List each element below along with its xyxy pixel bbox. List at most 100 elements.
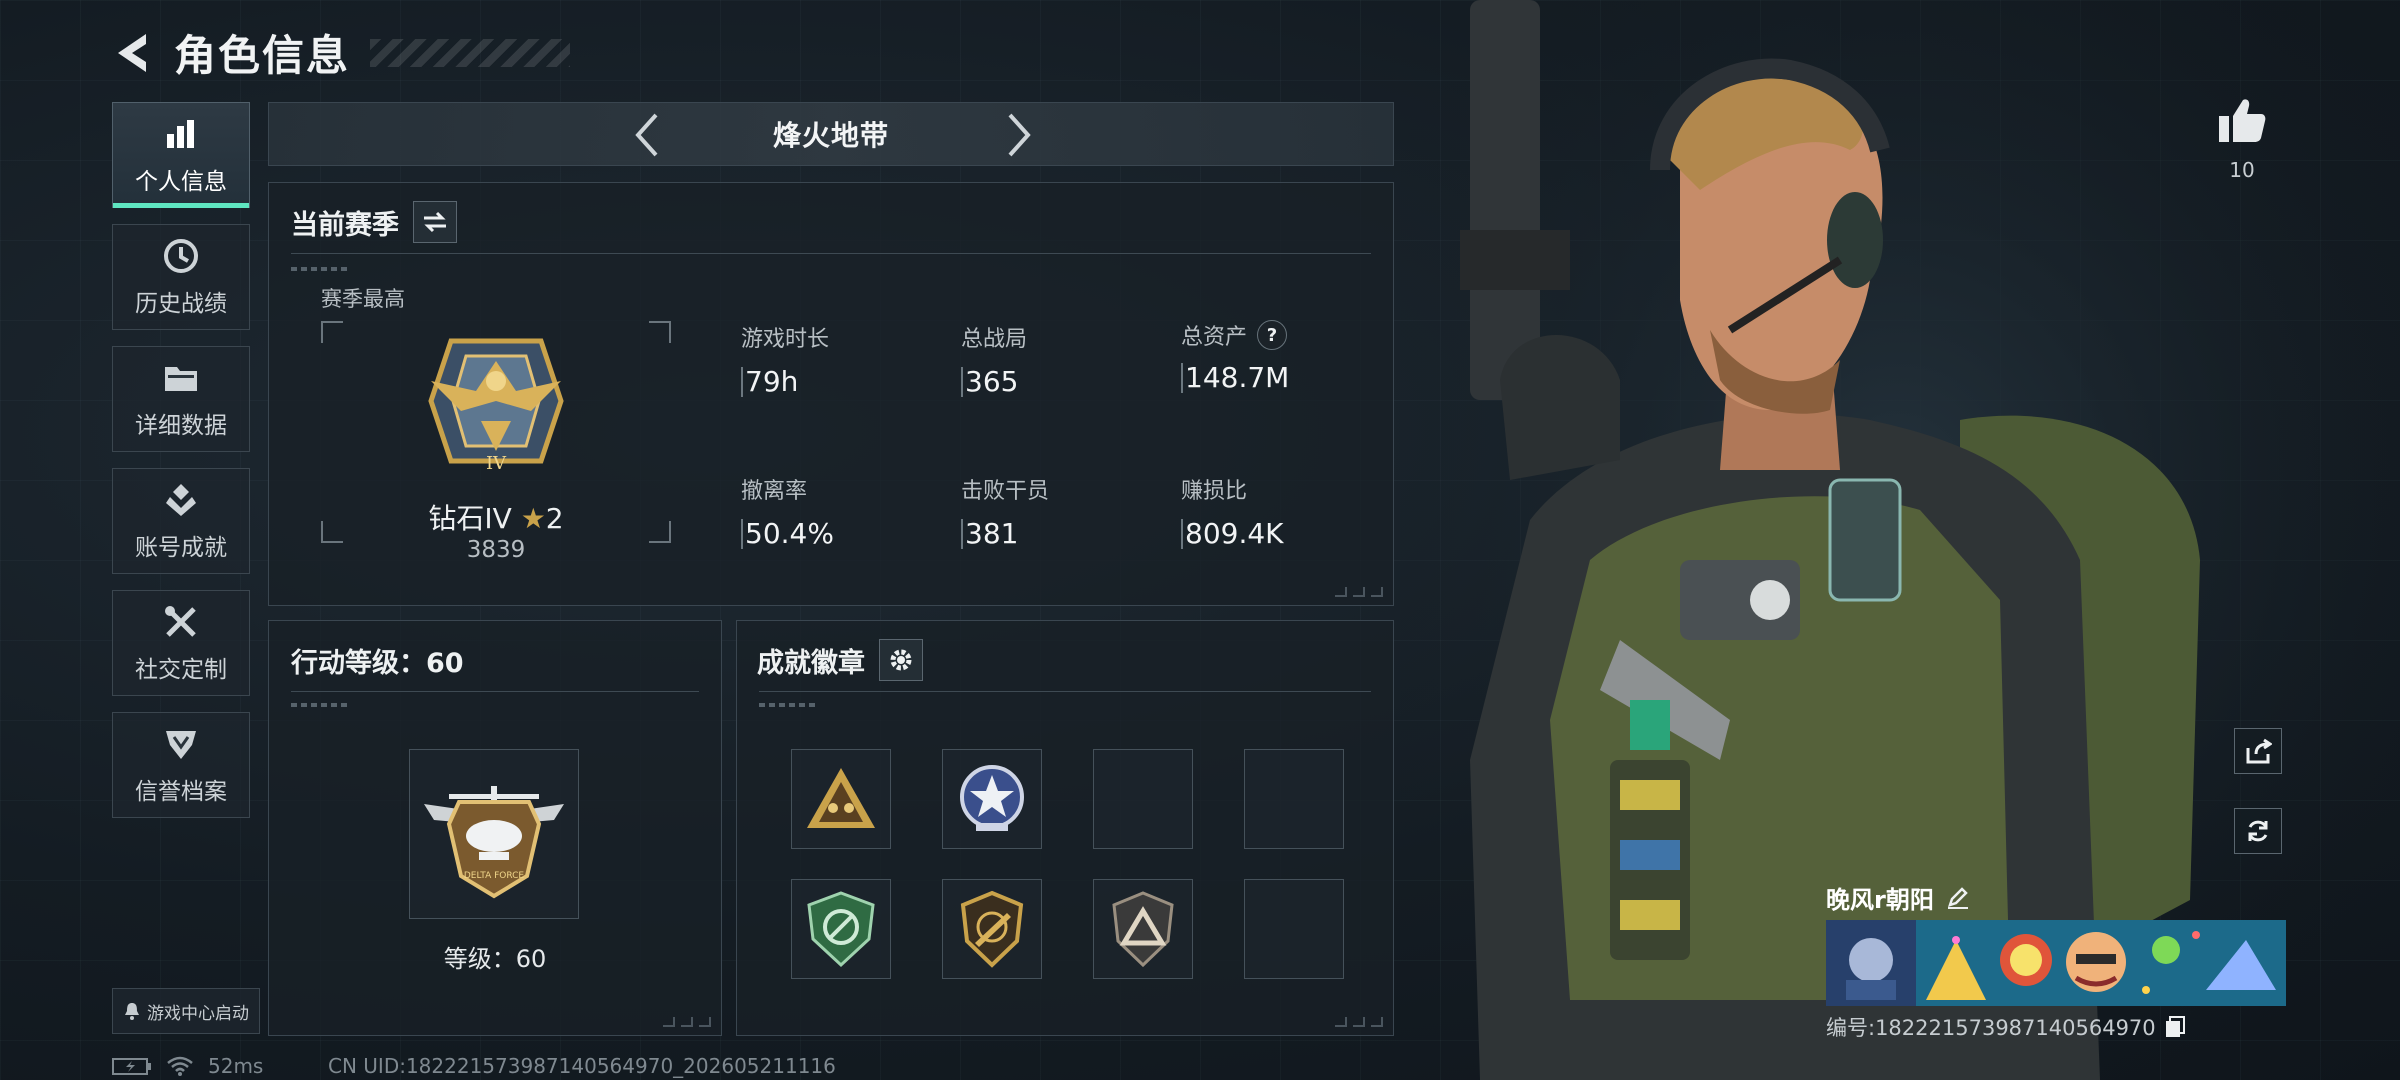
- ping-value: 52ms: [208, 1054, 264, 1078]
- player-name-row: 晚风r朝阳: [1826, 878, 2286, 916]
- stat-value: 50.4%: [741, 519, 834, 549]
- level-header: 行动等级：60: [291, 641, 464, 680]
- share-button[interactable]: [2234, 728, 2282, 774]
- game-center-launch-button[interactable]: 游戏中心启动: [112, 988, 260, 1034]
- level-caption: 等级：60: [443, 945, 547, 973]
- season-switch-button[interactable]: [413, 201, 457, 243]
- gear-icon: [890, 649, 912, 671]
- corner-decoration: [1335, 1017, 1383, 1027]
- stat-label: 总资产: [1181, 325, 1248, 350]
- stat-label: 击败干员: [961, 479, 1050, 504]
- like-count: 10: [2229, 158, 2255, 182]
- bell-icon: [125, 1003, 139, 1020]
- divider: [291, 253, 1371, 254]
- title-decoration: [370, 38, 571, 67]
- badge-slot-1[interactable]: [791, 749, 891, 849]
- badge-slot-2[interactable]: [942, 749, 1042, 849]
- rifle-shield-badge-icon: [960, 890, 1024, 968]
- stat-value: 365: [961, 367, 1027, 397]
- chevron-left-icon: [635, 113, 658, 157]
- badge-settings-button[interactable]: [879, 639, 923, 681]
- divider: [759, 691, 1371, 692]
- badges-panel: 成就徽章: [736, 620, 1394, 1036]
- stat-value: 148.7M: [1181, 363, 1289, 393]
- badge-slot-3[interactable]: [1093, 749, 1193, 849]
- rank-frame: IV 钻石IV ★2 3839: [321, 321, 671, 563]
- mode-next-button[interactable]: [995, 111, 1043, 159]
- sidebar-item-history[interactable]: 历史战绩: [112, 224, 250, 330]
- stat-label: 撤离率: [741, 479, 808, 504]
- badges-title: 成就徽章: [757, 647, 865, 679]
- season-best-label: 赛季最高: [321, 287, 405, 311]
- sidebar-item-credit[interactable]: 信誉档案: [112, 712, 250, 818]
- back-button[interactable]: [110, 27, 154, 79]
- stat-value: 381: [961, 519, 1049, 549]
- svg-text:DELTA FORCE: DELTA FORCE: [464, 871, 525, 881]
- rank-name: 钻石IV: [428, 502, 512, 535]
- badges-header: 成就徽章: [757, 639, 923, 681]
- sidebar-item-label: 信誉档案: [135, 779, 227, 805]
- divider-decoration: [291, 703, 351, 707]
- sidebar-item-detailed-data[interactable]: 详细数据: [112, 346, 250, 452]
- stat-label-row: 总资产 ?: [1181, 319, 1289, 351]
- badge-slot-8[interactable]: [1244, 879, 1344, 979]
- stat-profit-loss-ratio: 赚损比 809.4K: [1181, 473, 1284, 549]
- sidebar-item-label: 个人信息: [135, 169, 227, 195]
- help-icon[interactable]: ?: [1257, 320, 1288, 350]
- corner-decoration: [1335, 587, 1383, 597]
- launch-label: 游戏中心启动: [147, 1003, 249, 1024]
- name-card-art-image: [1826, 920, 2286, 1006]
- mode-selector: 烽火地带: [268, 102, 1394, 166]
- like-button[interactable]: 10: [2210, 96, 2274, 182]
- back-arrow-icon: [118, 33, 146, 72]
- chevron-right-icon: [1008, 113, 1031, 157]
- page-title: 角色信息: [174, 31, 351, 80]
- swap-icon: [424, 211, 446, 233]
- sidebar-item-achievements[interactable]: 账号成就: [112, 468, 250, 574]
- mode-prev-button[interactable]: [623, 111, 671, 159]
- corner-decoration: [663, 1017, 711, 1027]
- page-header: 角色信息: [110, 22, 571, 83]
- divider-decoration: [759, 703, 819, 707]
- status-bar: 52ms: [112, 1054, 263, 1078]
- thumbs-up-icon: [2219, 99, 2266, 142]
- stat-play-time: 游戏时长 79h: [741, 321, 829, 397]
- triangle-squad-badge-icon: [807, 768, 875, 828]
- badge-slot-4[interactable]: [1244, 749, 1344, 849]
- player-banner[interactable]: [1826, 920, 2286, 1006]
- battery-charging-icon: [112, 1058, 151, 1075]
- copy-icon[interactable]: [2164, 1015, 2186, 1039]
- rank-score: 3839: [466, 537, 526, 563]
- level-emblem-frame[interactable]: DELTA FORCE: [409, 749, 579, 919]
- season-title: 当前赛季: [291, 209, 399, 241]
- diamond-rank-emblem-icon: IV: [428, 338, 564, 474]
- tools-icon: [161, 602, 201, 642]
- player-id: 编号:182221573987140564970: [1826, 1016, 2156, 1040]
- stat-total-assets: 总资产 ? 148.7M: [1181, 319, 1289, 393]
- folder-icon: [161, 358, 201, 398]
- bar-chart-icon: [161, 114, 201, 154]
- badge-slot-7[interactable]: [1093, 879, 1193, 979]
- star-medal-badge-icon: [960, 765, 1024, 831]
- uid-text: CN UID:182221573987140564970_20260521111…: [328, 1054, 836, 1078]
- refresh-button[interactable]: [2234, 808, 2282, 854]
- sidebar-item-label: 账号成就: [135, 535, 227, 561]
- svg-text:IV: IV: [486, 453, 507, 474]
- stat-label: 赚损比: [1181, 479, 1248, 504]
- season-panel: 当前赛季 赛季最高 IV 钻石IV ★2 3839 游戏时长 79h 总战局 3…: [268, 182, 1394, 606]
- star-icon: ★: [520, 502, 546, 535]
- sidebar-item-personal-info[interactable]: 个人信息: [112, 102, 250, 208]
- triangle-emblem-badge-icon: [1112, 891, 1174, 968]
- badge-slot-6[interactable]: [942, 879, 1042, 979]
- level-panel: 行动等级：60 DELTA FORCE 等级：60: [268, 620, 722, 1036]
- sidebar-item-label: 社交定制: [135, 657, 227, 683]
- stat-extraction-rate: 撤离率 50.4%: [741, 473, 834, 549]
- edit-pencil-icon[interactable]: [1946, 885, 1970, 909]
- sidebar-item-label: 详细数据: [135, 413, 227, 439]
- stat-label: 游戏时长: [741, 327, 830, 352]
- rank-name-row: 钻石IV ★2: [321, 497, 671, 537]
- share-icon: [2246, 738, 2272, 764]
- season-header: 当前赛季: [291, 201, 457, 243]
- sidebar-item-social-custom[interactable]: 社交定制: [112, 590, 250, 696]
- badge-slot-5[interactable]: [791, 879, 891, 979]
